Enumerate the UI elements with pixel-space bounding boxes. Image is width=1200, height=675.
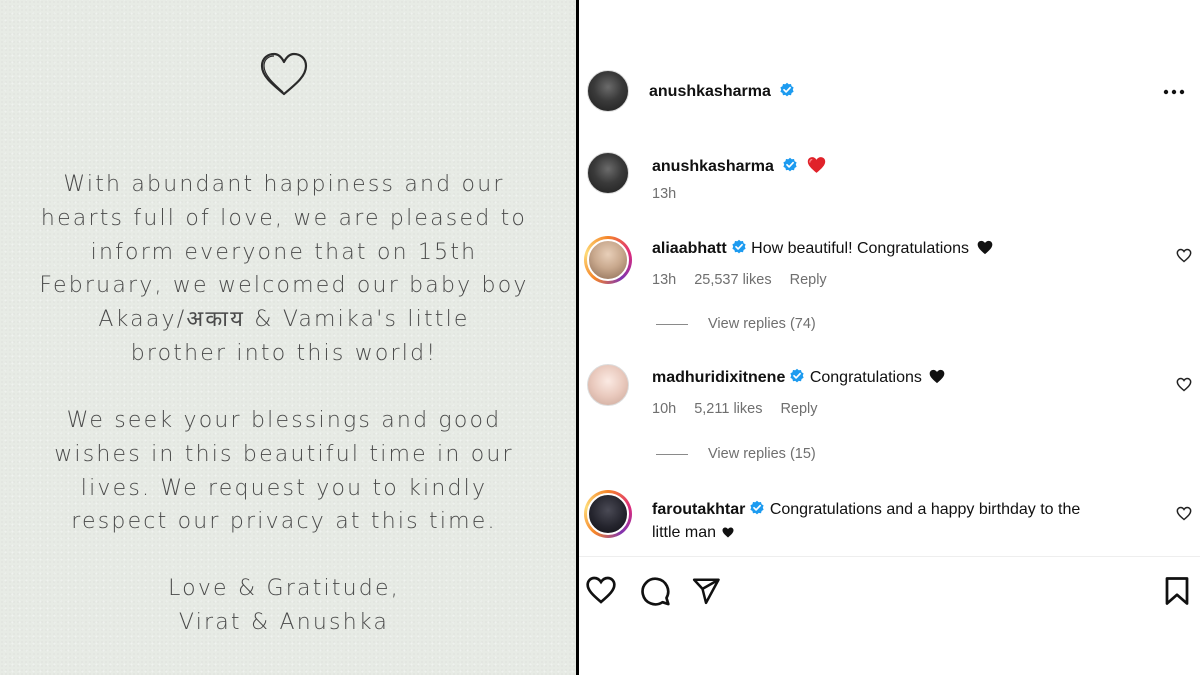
card-line: Love & Gratitude,	[168, 576, 400, 601]
like-comment-heart-icon[interactable]	[1176, 377, 1192, 392]
black-heart-emoji-icon	[722, 527, 734, 538]
comment-text-continued: little man	[652, 524, 717, 541]
comment-1: aliaabhatt How beautiful! Congratulation…	[652, 239, 993, 258]
card-line: inform everyone that on 15th	[90, 239, 478, 265]
bookmark-icon[interactable]	[1164, 576, 1190, 606]
reply-button[interactable]: Reply	[780, 401, 817, 417]
share-icon[interactable]	[691, 576, 721, 606]
commenter-avatar[interactable]	[584, 236, 632, 284]
verified-badge-icon	[732, 239, 746, 254]
card-line: February, we welcomed our baby boy	[39, 273, 529, 299]
card-line: Virat & Anushka	[178, 609, 390, 635]
comment-text: Congratulations and a happy birthday to …	[769, 501, 1081, 518]
comment-text: Congratulations	[809, 369, 922, 386]
comment-time: 10h	[652, 401, 677, 417]
verified-badge-icon	[750, 500, 764, 515]
card-line: wishes in this beautiful time in our	[54, 441, 514, 467]
author-avatar[interactable]	[587, 70, 629, 112]
post-author[interactable]: anushkasharma	[649, 82, 795, 101]
black-heart-emoji-icon	[977, 240, 992, 255]
verified-badge-icon	[790, 368, 804, 383]
commenter-username[interactable]: aliaabhatt	[652, 240, 727, 257]
card-line: Akaay/अकाय & Vamika's little	[98, 307, 470, 333]
post-author-name[interactable]: anushkasharma	[649, 83, 771, 100]
comment-icon[interactable]	[639, 575, 671, 607]
comment-likes[interactable]: 25,537 likes	[694, 272, 771, 288]
comment-3: faroutakhtar Congratulations and a happy…	[652, 498, 1152, 544]
black-heart-emoji-icon	[930, 369, 945, 384]
like-comment-heart-icon[interactable]	[1176, 506, 1192, 521]
comment-time: 13h	[652, 272, 677, 288]
commenter-username[interactable]: faroutakhtar	[652, 501, 745, 518]
view-replies-button[interactable]: View replies (74)	[656, 316, 816, 332]
verified-badge-icon	[783, 157, 797, 172]
view-replies-label[interactable]: View replies (15)	[708, 446, 816, 462]
card-line: We seek your blessings and good	[66, 408, 502, 433]
caption-author-name[interactable]: anushkasharma	[652, 158, 774, 175]
announcement-paragraph-1: With abundant happiness and our hearts f…	[0, 168, 568, 371]
comment-likes[interactable]: 5,211 likes	[694, 401, 762, 417]
commenter-username[interactable]: madhuridixitnene	[652, 369, 785, 386]
commenter-avatar[interactable]	[587, 364, 629, 406]
announcement-signoff: Love & Gratitude, Virat & Anushka	[0, 572, 568, 640]
view-replies-line	[656, 453, 688, 455]
view-replies-button[interactable]: View replies (15)	[656, 446, 816, 462]
card-line: With abundant happiness and our	[63, 172, 505, 197]
verified-badge-icon	[780, 82, 794, 97]
comment-text: How beautiful! Congratulations	[751, 240, 970, 257]
card-line: lives. We request you to kindly	[80, 475, 488, 501]
heart-doodle-icon	[260, 52, 308, 96]
card-line: brother into this world!	[130, 340, 438, 366]
comment-2: madhuridixitnene Congratulations	[652, 368, 945, 387]
like-comment-heart-icon[interactable]	[1176, 248, 1192, 263]
caption-time: 13h	[652, 186, 677, 202]
announcement-image: With abundant happiness and our hearts f…	[0, 0, 576, 675]
like-post-heart-icon[interactable]	[585, 575, 617, 605]
caption-author[interactable]: anushkasharma	[652, 156, 826, 176]
reply-button[interactable]: Reply	[790, 272, 827, 288]
comment-meta: 10h 5,211 likes Reply	[652, 401, 836, 417]
action-bar-separator	[579, 556, 1200, 557]
caption-author-avatar[interactable]	[587, 152, 629, 194]
red-heart-emoji-icon	[807, 157, 825, 173]
card-line: respect our privacy at this time.	[71, 509, 497, 535]
more-options-icon[interactable]	[1162, 84, 1186, 100]
view-replies-label[interactable]: View replies (74)	[708, 316, 816, 332]
instagram-post-panel: anushkasharma anushkasharma 13h aliaabha…	[579, 0, 1200, 675]
view-replies-line	[656, 323, 688, 325]
commenter-avatar[interactable]	[584, 490, 632, 538]
card-line: hearts full of love, we are pleased to	[40, 205, 528, 231]
announcement-paragraph-2: We seek your blessings and good wishes i…	[0, 404, 568, 539]
comment-meta: 13h 25,537 likes Reply	[652, 272, 845, 288]
